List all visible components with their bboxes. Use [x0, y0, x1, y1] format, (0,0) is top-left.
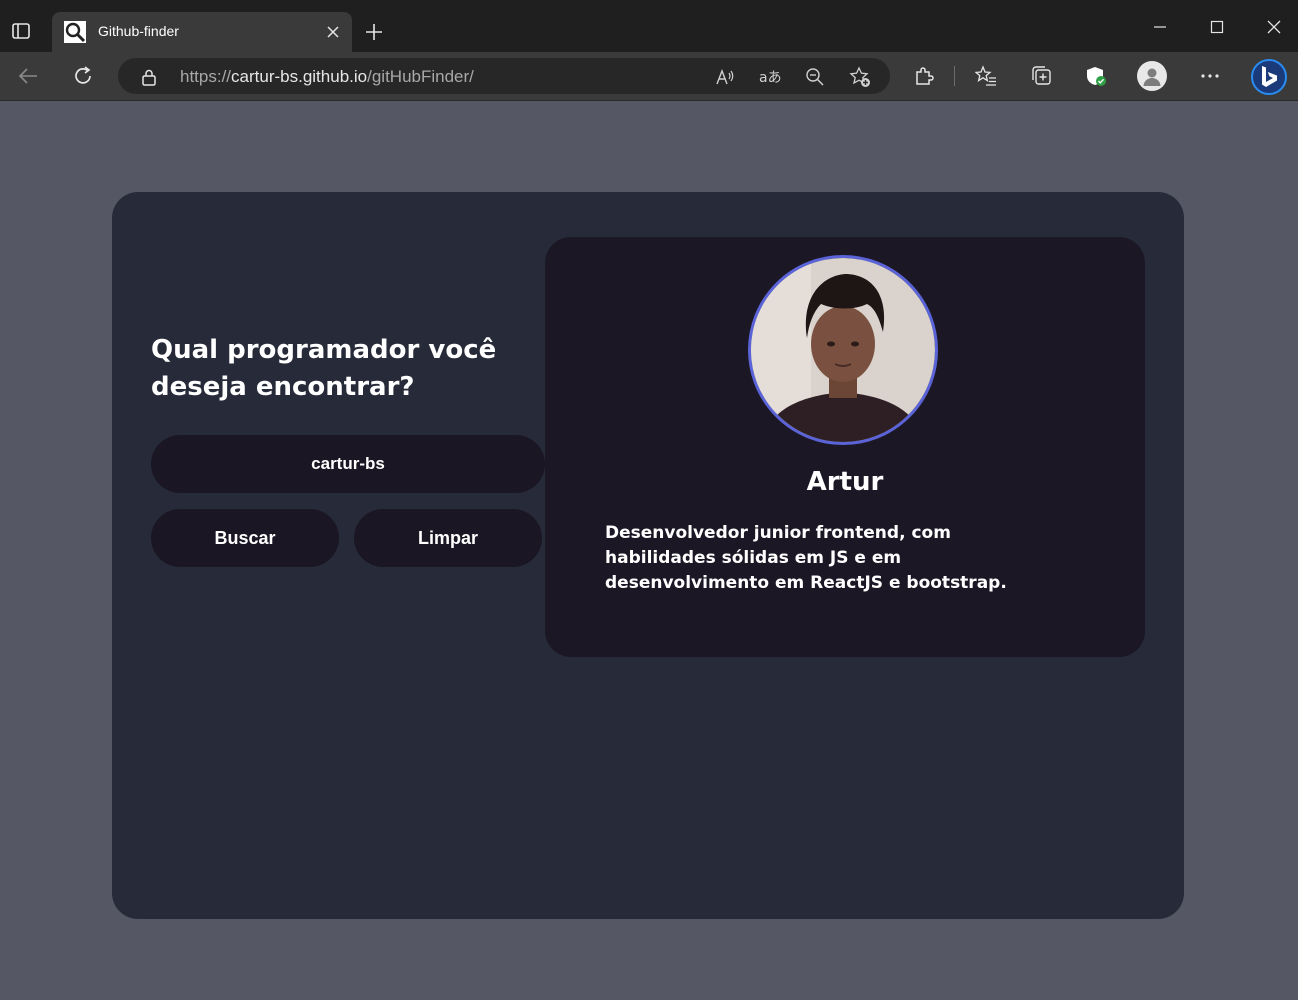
url-text[interactable]: https://cartur-bs.github.io/gitHubFinder…	[180, 67, 474, 87]
browser-tab-bar: Github-finder	[0, 0, 1298, 52]
url-host: cartur-bs.github.io	[231, 67, 368, 86]
search-favicon-icon	[64, 21, 86, 43]
page-title: Qual programador você deseja encontrar?	[151, 335, 497, 402]
new-tab-icon[interactable]	[362, 20, 386, 44]
profile-card: Artur Desenvolvedor junior frontend, com…	[545, 237, 1145, 657]
lock-icon[interactable]	[138, 66, 160, 88]
profile-bio: Desenvolvedor junior frontend, com habil…	[605, 523, 1007, 593]
toolbar-separator	[954, 66, 955, 86]
search-button[interactable]: Buscar	[151, 509, 339, 567]
extensions-icon[interactable]	[910, 62, 938, 90]
close-icon[interactable]	[324, 23, 342, 41]
tab-actions-icon[interactable]	[10, 20, 32, 42]
more-icon[interactable]	[1196, 62, 1224, 90]
window-close-icon[interactable]	[1259, 14, 1289, 40]
browser-tab[interactable]: Github-finder	[52, 12, 352, 52]
svg-text:aあ: aあ	[759, 70, 781, 86]
profile-name: Artur	[806, 467, 884, 497]
tab-title: Github-finder	[98, 23, 179, 39]
translate-icon[interactable]: aあ	[759, 66, 781, 88]
favorites-icon[interactable]	[972, 62, 1000, 90]
profile-avatar	[748, 255, 938, 445]
minimize-icon[interactable]	[1145, 14, 1175, 40]
zoom-out-icon[interactable]	[804, 66, 826, 88]
username-search-input[interactable]	[151, 435, 545, 493]
bing-icon[interactable]	[1250, 58, 1288, 96]
url-path: /gitHubFinder/	[367, 67, 474, 86]
maximize-icon[interactable]	[1202, 14, 1232, 40]
browser-toolbar: https://cartur-bs.github.io/gitHubFinder…	[0, 52, 1298, 101]
refresh-icon[interactable]	[69, 62, 97, 90]
profile-icon[interactable]	[1137, 61, 1167, 91]
address-bar[interactable]: https://cartur-bs.github.io/gitHubFinder…	[118, 58, 890, 94]
browser-essentials-icon[interactable]	[1082, 62, 1110, 90]
clear-button[interactable]: Limpar	[354, 509, 542, 567]
collections-icon[interactable]	[1027, 62, 1055, 90]
read-aloud-icon[interactable]	[714, 66, 736, 88]
add-favorite-icon[interactable]	[849, 66, 871, 88]
url-scheme: https://	[180, 67, 232, 86]
finder-card: Qual programador você deseja encontrar? …	[112, 192, 1184, 919]
back-icon[interactable]	[14, 62, 42, 90]
